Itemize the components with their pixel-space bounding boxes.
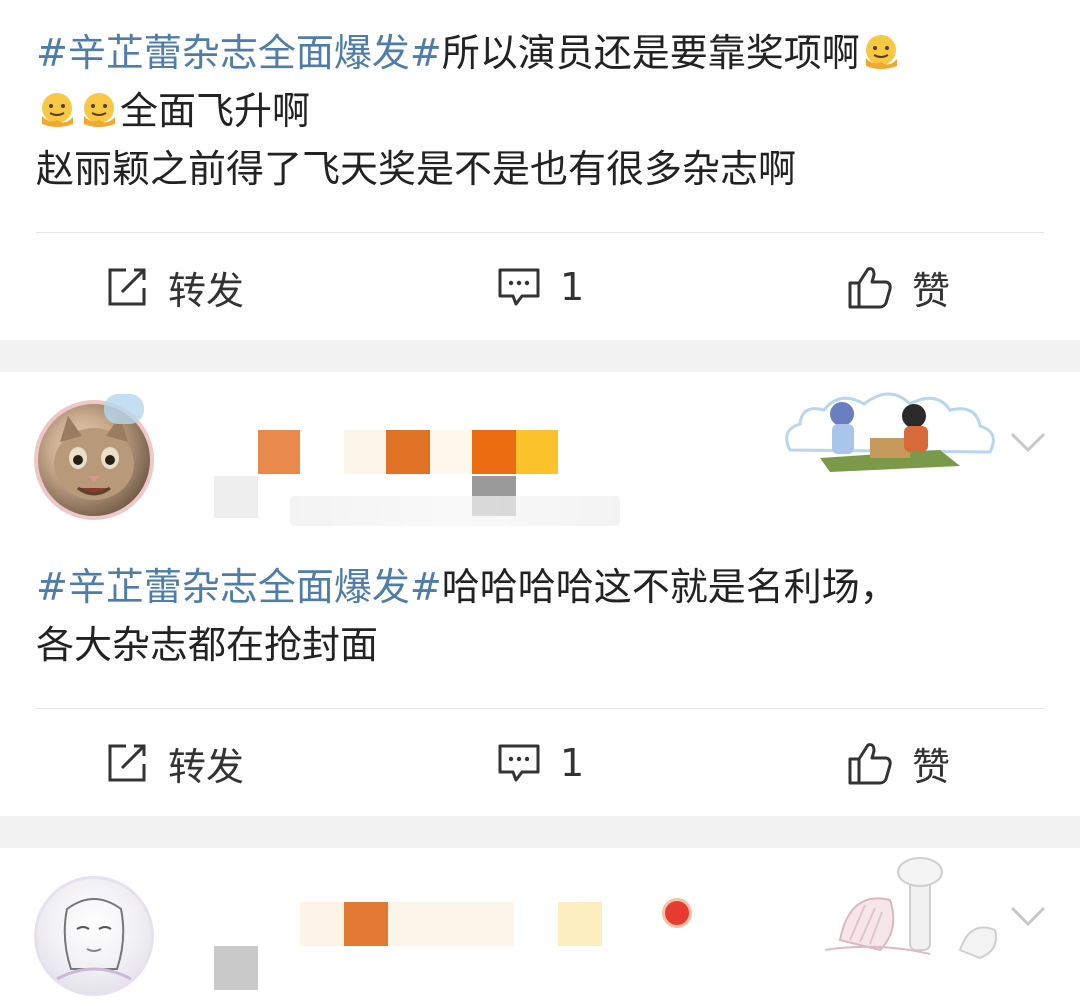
username-blur	[388, 902, 514, 946]
repost-icon	[108, 268, 146, 306]
chevron-down-icon[interactable]	[1008, 430, 1048, 454]
repost-button[interactable]: 转发	[104, 232, 244, 342]
username-blur	[558, 902, 602, 946]
avatar-decoration	[104, 394, 144, 424]
feed: #辛芷蕾杂志全面爆发#所以演员还是要靠奖项啊 全面飞升啊 赵丽颖之前得了飞天奖是…	[0, 0, 1080, 1008]
post-text-line: 所以演员还是要靠奖项啊	[441, 31, 860, 75]
comment-icon	[498, 268, 540, 306]
meta-blur	[214, 476, 258, 518]
comment-button[interactable]: 1	[496, 708, 584, 818]
avatar[interactable]	[34, 876, 154, 996]
go-game-badge-icon	[785, 392, 995, 472]
repost-button[interactable]: 转发	[104, 708, 244, 818]
action-bar: 转发 1 赞	[0, 232, 1080, 342]
chevron-down-icon[interactable]	[1008, 904, 1048, 928]
topic-link[interactable]: #辛芷蕾杂志全面爆发#	[36, 565, 442, 609]
username-blur	[430, 430, 472, 474]
repost-icon	[108, 744, 146, 782]
weibo-icon	[662, 898, 692, 928]
post-text-line: 各大杂志都在抢封面	[36, 623, 379, 667]
username-blur	[344, 902, 388, 946]
comment-count: 1	[560, 741, 585, 785]
meta-blur	[214, 946, 258, 990]
post-meta-blur	[290, 496, 620, 526]
thumbs-up-icon	[848, 743, 892, 785]
like-label: 赞	[912, 744, 951, 789]
melting-face-emoji-icon	[865, 35, 897, 69]
like-button[interactable]: 赞	[846, 232, 950, 342]
post-card: #辛芷蕾杂志全面爆发#所以演员还是要靠奖项啊 全面飞升啊 赵丽颖之前得了飞天奖是…	[0, 0, 1080, 340]
melting-face-emoji-icon	[84, 93, 115, 127]
post-card	[0, 848, 1080, 1008]
post-text: #辛芷蕾杂志全面爆发#所以演员还是要靠奖项啊 全面飞升啊 赵丽颖之前得了飞天奖是…	[36, 24, 1046, 198]
repost-label: 转发	[168, 744, 245, 789]
repost-label: 转发	[168, 268, 245, 313]
post-text: #辛芷蕾杂志全面爆发#哈哈哈哈这不就是名利场， 各大杂志都在抢封面	[36, 558, 1046, 674]
action-bar: 转发 1 赞	[0, 708, 1080, 818]
post-card: #辛芷蕾杂志全面爆发#哈哈哈哈这不就是名利场， 各大杂志都在抢封面 转发 1 赞	[0, 372, 1080, 816]
username-blur	[472, 430, 516, 474]
username-blur	[386, 430, 430, 474]
shell-candle-badge-icon	[823, 857, 997, 960]
thumbs-up-icon	[848, 267, 892, 309]
comment-count: 1	[560, 265, 585, 309]
post-text-line: 全面飞升啊	[120, 89, 311, 133]
post-text-line: 哈哈哈哈这不就是名利场，	[441, 565, 898, 609]
comment-button[interactable]: 1	[496, 232, 584, 342]
post-text-line: 赵丽颖之前得了飞天奖是不是也有很多杂志啊	[36, 147, 797, 191]
username-blur	[300, 902, 344, 946]
like-label: 赞	[912, 268, 951, 313]
anime-sketch-icon	[56, 898, 132, 981]
username-blur	[344, 430, 386, 474]
username-blur	[516, 430, 558, 474]
like-button[interactable]: 赞	[846, 708, 950, 818]
topic-link[interactable]: #辛芷蕾杂志全面爆发#	[36, 31, 442, 75]
melting-face-emoji-icon	[42, 93, 73, 127]
comment-icon	[498, 744, 540, 782]
username-blur	[258, 430, 300, 474]
